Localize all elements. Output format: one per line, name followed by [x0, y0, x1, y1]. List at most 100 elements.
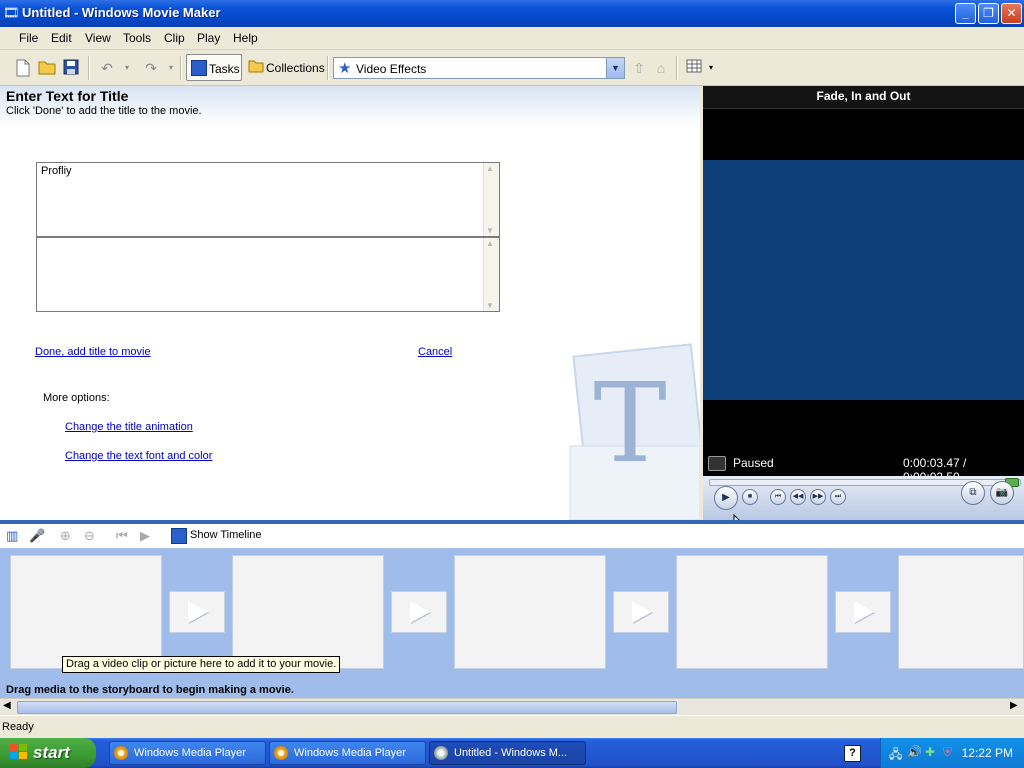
security-icon[interactable]: ✚	[925, 745, 935, 759]
toolbar-separator	[676, 56, 678, 80]
previous-clip-icon[interactable]: ⏮	[770, 489, 786, 505]
taskbar-task-media-player-1[interactable]: Windows Media Player	[109, 741, 266, 765]
views-dropdown-icon[interactable]: ▾	[702, 59, 720, 77]
menu-file[interactable]: File	[19, 31, 38, 45]
cancel-link[interactable]: Cancel	[418, 346, 452, 358]
menu-tools[interactable]: Tools	[123, 31, 151, 45]
storyboard	[0, 549, 1024, 699]
taskbar-task-label: Windows Media Player	[294, 747, 406, 759]
undo-dropdown-icon[interactable]: ▾	[118, 59, 136, 77]
transition-slot[interactable]	[835, 591, 891, 633]
task-pane-subheading: Click 'Done' to add the title to the mov…	[6, 105, 202, 117]
undo-icon[interactable]: ↶	[98, 59, 116, 77]
title-text-input[interactable]: Profliy ▲ ▼	[36, 162, 500, 237]
menu-edit[interactable]: Edit	[51, 31, 72, 45]
collections-label[interactable]: Collections	[266, 61, 325, 75]
minimize-button[interactable]: _	[955, 3, 976, 24]
play-storyboard-icon[interactable]: ▶	[140, 528, 150, 544]
taskbar-task-movie-maker[interactable]: Untitled - Windows M...	[429, 741, 586, 765]
play-icon[interactable]: ▶	[714, 486, 738, 510]
title-text-scrollbar[interactable]: ▲ ▼	[483, 163, 499, 236]
scroll-right-icon[interactable]: ▶	[1010, 700, 1018, 711]
scroll-left-icon[interactable]: ◀	[3, 700, 11, 711]
new-folder-icon[interactable]: ⌂	[652, 59, 670, 77]
transition-slot[interactable]	[391, 591, 447, 633]
toolbar-separator	[88, 56, 90, 80]
status-text: Ready	[2, 721, 34, 733]
help-icon[interactable]: ?	[844, 745, 861, 762]
storyboard-clip-slot[interactable]	[454, 555, 606, 669]
save-project-icon[interactable]	[62, 59, 80, 77]
change-text-font-color-link[interactable]: Change the text font and color	[65, 450, 212, 462]
storyboard-hint: Drag media to the storyboard to begin ma…	[6, 684, 294, 696]
movie-maker-app-icon[interactable]: 🎞	[3, 5, 20, 21]
storyboard-clip-slot[interactable]	[676, 555, 828, 669]
rewind-icon[interactable]: ◀◀	[790, 489, 806, 505]
scroll-up-icon[interactable]: ▲	[486, 164, 494, 173]
start-button[interactable]: start	[0, 738, 96, 768]
preview-title: Fade, In and Out	[703, 86, 1024, 109]
chevron-down-icon[interactable]: ▼	[606, 58, 624, 78]
menu-bar: File Edit View Tools Clip Play Help	[0, 27, 1024, 50]
collections-select[interactable]: ★ Video Effects ▼	[333, 57, 625, 79]
redo-icon[interactable]: ↷	[142, 59, 160, 77]
task-pane: Enter Text for Title Click 'Done' to add…	[0, 86, 700, 520]
stop-icon[interactable]: ■	[742, 489, 758, 505]
network-icon[interactable]: 🖧	[889, 745, 902, 766]
tasks-label: Tasks	[209, 62, 240, 76]
system-clock[interactable]: 12:22 PM	[962, 746, 1013, 760]
split-clip-icon[interactable]: ⧉	[961, 481, 985, 505]
collections-folder-icon[interactable]	[247, 59, 265, 77]
storyboard-clip-slot[interactable]	[10, 555, 162, 669]
storyboard-clip-slot[interactable]	[898, 555, 1024, 669]
start-label: start	[33, 743, 70, 762]
storyboard-clip-slot[interactable]	[232, 555, 384, 669]
tasks-button[interactable]: Tasks	[186, 54, 242, 81]
views-grid-icon[interactable]	[685, 59, 703, 77]
menu-play[interactable]: Play	[197, 31, 220, 45]
storyboard-scrollbar[interactable]: ◀ ▶	[0, 698, 1024, 715]
storyboard-tooltip: Drag a video clip or picture here to add…	[62, 656, 341, 673]
rewind-storyboard-icon[interactable]: ⏮	[116, 528, 128, 544]
menu-help[interactable]: Help	[233, 31, 258, 45]
scroll-up-icon[interactable]: ▲	[486, 239, 494, 248]
transition-slot[interactable]	[613, 591, 669, 633]
menu-clip[interactable]: Clip	[164, 31, 185, 45]
transition-slot[interactable]	[169, 591, 225, 633]
zoom-out-icon[interactable]: ⊖	[84, 528, 95, 544]
close-button[interactable]: ✕	[1001, 3, 1022, 24]
preview-monitor: Fade, In and Out Paused 0:00:03.47 / 0:0…	[703, 86, 1024, 520]
window-title: Untitled - Windows Movie Maker	[22, 5, 221, 20]
subtitle-text-scrollbar[interactable]: ▲ ▼	[483, 238, 499, 311]
show-timeline-button[interactable]: Show Timeline	[190, 529, 262, 541]
volume-icon[interactable]: 🔊	[907, 745, 922, 759]
scroll-down-icon[interactable]: ▼	[486, 301, 494, 310]
up-level-icon[interactable]: ⇧	[630, 59, 648, 77]
taskbar-task-media-player-2[interactable]: Windows Media Player	[269, 741, 426, 765]
forward-icon[interactable]: ▶▶	[810, 489, 826, 505]
shield-icon[interactable]: ⛨	[943, 745, 952, 760]
playback-status: Paused	[733, 456, 774, 470]
open-project-icon[interactable]	[38, 59, 56, 77]
windows-taskbar: start Windows Media Player Windows Media…	[0, 738, 1024, 768]
timeline-icon[interactable]	[171, 528, 187, 544]
task-pane-heading: Enter Text for Title	[6, 88, 129, 104]
next-clip-icon[interactable]: ⏭	[830, 489, 846, 505]
new-project-icon[interactable]	[14, 59, 32, 77]
zoom-in-icon[interactable]: ⊕	[60, 528, 71, 544]
menu-view[interactable]: View	[85, 31, 111, 45]
scroll-down-icon[interactable]: ▼	[486, 226, 494, 235]
audio-levels-icon[interactable]: ▥	[6, 528, 18, 544]
done-add-title-link[interactable]: Done, add title to movie	[35, 346, 151, 358]
scrollbar-thumb[interactable]	[17, 701, 677, 714]
change-title-animation-link[interactable]: Change the title animation	[65, 421, 193, 433]
taskbar-task-label: Untitled - Windows M...	[454, 747, 568, 759]
title-bar[interactable]: 🎞 Untitled - Windows Movie Maker _ ❐ ✕	[0, 0, 1024, 27]
take-picture-icon[interactable]: 📷	[990, 481, 1014, 505]
narrate-microphone-icon[interactable]: 🎤	[29, 528, 45, 544]
redo-dropdown-icon[interactable]: ▾	[162, 59, 180, 77]
windows-flag-icon	[10, 744, 28, 765]
restore-button[interactable]: ❐	[978, 3, 999, 24]
preview-screen[interactable]	[703, 160, 1024, 400]
subtitle-text-input[interactable]: ▲ ▼	[36, 237, 500, 312]
